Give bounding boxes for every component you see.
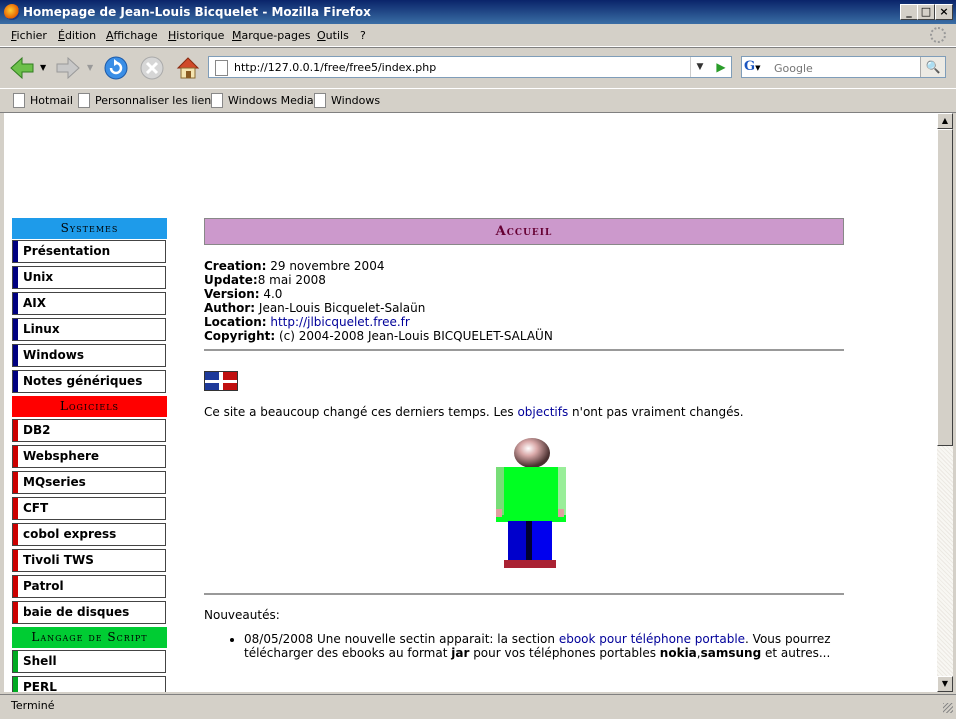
bookmarks-toolbar: Hotmail Personnaliser les liens Windows …: [0, 88, 956, 113]
meta-location: Location: http://jlbicquelet.free.fr: [204, 315, 410, 329]
page-heading: Accueil: [204, 218, 844, 245]
sidebar-item-unix[interactable]: Unix: [12, 266, 166, 289]
address-bar[interactable]: http://127.0.0.1/free/free5/index.php ▼ …: [208, 56, 732, 78]
close-button[interactable]: ×: [935, 4, 953, 20]
list-item: 08/05/2008 Une nouvelle sectin apparait:…: [244, 632, 864, 660]
sidebar-item-mqseries[interactable]: MQseries: [12, 471, 166, 494]
back-dropdown-icon[interactable]: ▼: [40, 63, 46, 72]
sidebar-item-perl[interactable]: PERL: [12, 676, 166, 692]
page-icon: [211, 93, 223, 108]
search-bar[interactable]: G▼ 🔍: [741, 56, 946, 78]
sidebar-item-linux[interactable]: Linux: [12, 318, 166, 341]
menu-edition[interactable]: Édition: [58, 29, 96, 42]
objectifs-link[interactable]: objectifs: [517, 405, 568, 419]
sidebar-item-patrol[interactable]: Patrol: [12, 575, 166, 598]
home-icon[interactable]: [174, 54, 202, 82]
sidebar-item-websphere[interactable]: Websphere: [12, 445, 166, 468]
url-dropdown-icon[interactable]: ▼: [690, 57, 709, 77]
search-input[interactable]: [772, 58, 924, 78]
meta-author: Author: Jean-Louis Bicquelet-Salaün: [204, 301, 426, 315]
menu-historique[interactable]: Historique: [168, 29, 224, 42]
menu-marque-pages[interactable]: Marque-pages: [232, 29, 310, 42]
resize-grip-icon[interactable]: [943, 703, 953, 713]
vertical-scrollbar[interactable]: ▲ ▼: [937, 113, 953, 692]
throbber-icon: [930, 27, 946, 43]
sidebar-item-baie-de-disques[interactable]: baie de disques: [12, 601, 166, 624]
back-arrow-icon[interactable]: [8, 54, 36, 82]
sidebar-header-systemes: Systemes: [12, 218, 167, 239]
location-link[interactable]: http://jlbicquelet.free.fr: [270, 315, 409, 329]
menu-outils[interactable]: Outils: [317, 29, 349, 42]
reload-icon[interactable]: [102, 54, 130, 82]
page-icon: [314, 93, 326, 108]
english-flag-icon[interactable]: [204, 371, 238, 391]
sidebar-item-presentation[interactable]: Présentation: [12, 240, 166, 263]
menu-fichier[interactable]: Fichier: [11, 29, 47, 42]
sidebar-item-tivoli-tws[interactable]: Tivoli TWS: [12, 549, 166, 572]
forward-dropdown-icon[interactable]: ▼: [87, 63, 93, 72]
news-list: 08/05/2008 Une nouvelle sectin apparait:…: [224, 632, 864, 670]
sidebar-item-windows[interactable]: Windows: [12, 344, 166, 367]
scroll-up-icon[interactable]: ▲: [937, 113, 953, 129]
page-icon: [13, 93, 25, 108]
stop-icon[interactable]: [138, 54, 166, 82]
magnifier-icon[interactable]: 🔍: [920, 57, 945, 77]
minimize-button[interactable]: _: [900, 4, 918, 20]
character-figure-icon: [496, 438, 566, 568]
page-viewport: Systemes Présentation Unix AIX Linux Win…: [4, 113, 937, 692]
meta-update: Update:8 mai 2008: [204, 273, 326, 287]
sidebar-header-logiciels: Logiciels: [12, 396, 167, 417]
sidebar-item-cobol-express[interactable]: cobol express: [12, 523, 166, 546]
menu-affichage[interactable]: Affichage: [106, 29, 158, 42]
forward-arrow-icon[interactable]: [54, 54, 82, 82]
bookmark-personnaliser[interactable]: Personnaliser les liens: [78, 93, 217, 108]
divider: [204, 593, 844, 595]
sidebar-item-cft[interactable]: CFT: [12, 497, 166, 520]
menu-help[interactable]: ?: [360, 29, 366, 42]
sidebar-item-shell[interactable]: Shell: [12, 650, 166, 673]
news-title: Nouveautés:: [204, 608, 280, 622]
window-title: Homepage de Jean-Louis Bicquelet - Mozil…: [23, 5, 371, 19]
status-text: Terminé: [11, 699, 55, 712]
ebook-link[interactable]: ebook pour téléphone portable: [559, 632, 745, 646]
google-icon[interactable]: G▼: [744, 59, 766, 75]
meta-copyright: Copyright: (c) 2004-2008 Jean-Louis BICQ…: [204, 329, 553, 343]
page-icon: [215, 60, 228, 76]
divider: [204, 349, 844, 351]
scroll-down-icon[interactable]: ▼: [937, 676, 953, 692]
page-icon: [78, 93, 90, 108]
title-bar: Homepage de Jean-Louis Bicquelet - Mozil…: [0, 0, 956, 24]
bookmark-hotmail[interactable]: Hotmail: [13, 93, 73, 108]
status-bar: Terminé: [0, 694, 956, 719]
meta-creation: Creation: 29 novembre 2004: [204, 259, 385, 273]
sidebar-item-aix[interactable]: AIX: [12, 292, 166, 315]
bookmark-windows[interactable]: Windows: [314, 93, 380, 108]
go-arrow-icon[interactable]: ▶: [713, 59, 729, 75]
meta-version: Version: 4.0: [204, 287, 283, 301]
sidebar-item-notes-generiques[interactable]: Notes génériques: [12, 370, 166, 393]
sidebar-item-db2[interactable]: DB2: [12, 419, 166, 442]
firefox-icon: [4, 4, 20, 20]
scroll-thumb[interactable]: [937, 129, 953, 446]
intro-text: Ce site a beaucoup changé ces derniers t…: [204, 405, 744, 419]
menu-bar: Fichier Édition Affichage Historique Mar…: [0, 24, 956, 47]
url-text[interactable]: http://127.0.0.1/free/free5/index.php: [234, 61, 436, 74]
maximize-button[interactable]: □: [917, 4, 935, 20]
bookmark-windows-media[interactable]: Windows Media: [211, 93, 314, 108]
sidebar-header-script: Langage de Script: [12, 627, 167, 648]
